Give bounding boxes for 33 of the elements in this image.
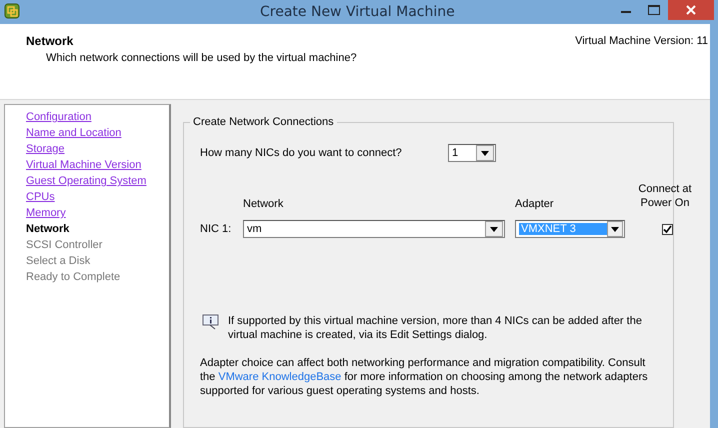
nic-count-dropdown[interactable]: 1 (448, 144, 496, 162)
step-item: Ready to Complete (26, 271, 122, 284)
window-title: Create New Virtual Machine (260, 4, 455, 20)
nic-count-label: How many NICs do you want to connect? (200, 147, 403, 159)
page-title: Network (26, 34, 74, 48)
step-item: Network (26, 223, 70, 236)
connect-checkbox[interactable] (662, 224, 672, 234)
column-header: Adapter (515, 198, 554, 210)
maximize-icon (648, 5, 660, 15)
step-item[interactable]: Guest Operating System (26, 175, 169, 188)
step-item: Select a Disk (26, 255, 92, 268)
version-label: Virtual Machine Version: 11 (575, 35, 708, 47)
step-item[interactable]: CPUs (26, 191, 169, 204)
close-icon (686, 5, 696, 15)
info-text: If supported by this virtual machine version, more than 4 NICs can be added after the virtual machine is created, via its Edit Settings dialog. (228, 314, 643, 342)
step-item[interactable]: Configuration (26, 111, 169, 124)
column-header: Network (243, 198, 284, 210)
step-item[interactable]: Virtual Machine Version (26, 159, 169, 172)
app-icon (4, 3, 20, 19)
page-subtitle: Which network connections will be used by the virtual machine? (46, 52, 358, 64)
close-button[interactable] (668, 0, 714, 20)
step-item: SCSI Controller (26, 239, 104, 252)
info-icon (202, 314, 220, 330)
network-dropdown[interactable]: vm (243, 220, 505, 238)
step-item[interactable]: Name and Location (26, 127, 169, 140)
adapter-dropdown[interactable]: VMXNET 3 (515, 220, 625, 238)
step-item[interactable]: Memory (26, 207, 169, 220)
column-header: Connect at Power On (637, 182, 693, 210)
note-text: Adapter choice can affect both networking performance and migration compatibility. Consult the VMware KnowledgeBase for more information on choosing among the network adapters supported for various guest operating systems and hosts. (200, 356, 649, 398)
step-item[interactable]: Storage (26, 143, 169, 156)
group-title: Create Network Connections (190, 116, 337, 128)
nic-label: NIC 1: (200, 223, 232, 235)
knowledgebase-link[interactable]: VMware KnowledgeBase (218, 371, 342, 383)
